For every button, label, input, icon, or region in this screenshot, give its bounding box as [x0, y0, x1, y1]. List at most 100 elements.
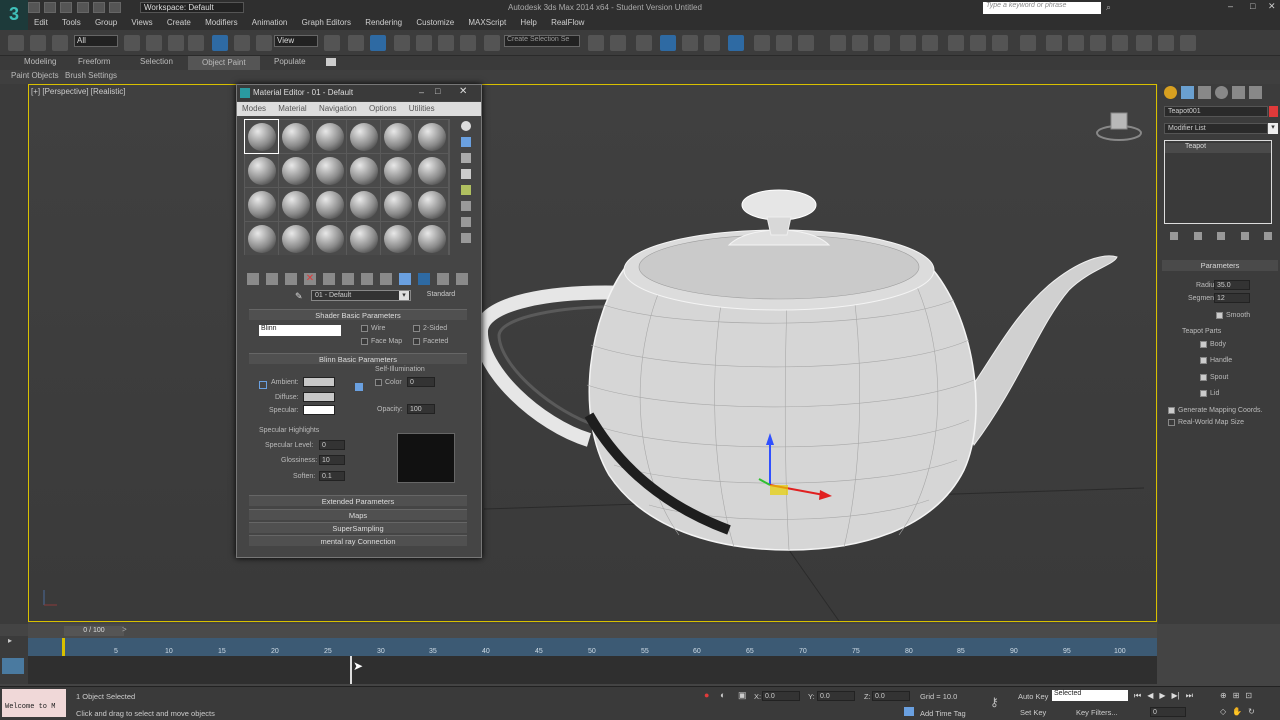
make-unique-material-icon[interactable] [342, 273, 354, 285]
sample-slot[interactable] [313, 188, 346, 221]
medit-menu-material[interactable]: Material [273, 102, 311, 115]
realflow-tool-14-icon[interactable] [1136, 35, 1152, 51]
sample-slot[interactable] [381, 120, 414, 153]
gen-mapping-checkbox[interactable] [1168, 407, 1175, 414]
spec-level-field[interactable]: 0 [319, 440, 345, 450]
motion-tab-icon[interactable] [1215, 86, 1228, 99]
object-name-field[interactable]: Teapot001 [1164, 106, 1268, 117]
create-tab-icon[interactable] [1164, 86, 1177, 99]
manipulate-icon[interactable] [348, 35, 364, 51]
sample-slot[interactable] [279, 188, 312, 221]
mental-ray-rollout[interactable]: mental ray Connection [249, 535, 467, 546]
wire-checkbox[interactable] [361, 325, 368, 332]
self-illum-color-checkbox[interactable] [375, 379, 382, 386]
zoom-icon[interactable]: ⊕ [1220, 691, 1227, 700]
sample-slot[interactable] [415, 188, 448, 221]
render-setup-icon[interactable] [754, 35, 770, 51]
rotate-icon[interactable] [234, 35, 250, 51]
two-sided-checkbox[interactable] [413, 325, 420, 332]
show-end-result-material-icon[interactable] [418, 273, 430, 285]
menu-create[interactable]: Create [161, 16, 197, 29]
remove-modifier-icon[interactable] [1240, 232, 1249, 240]
bind-spacewarp-icon[interactable] [52, 35, 68, 51]
select-by-material-icon[interactable] [461, 233, 471, 243]
layer-explorer-icon[interactable] [2, 658, 24, 674]
pick-material-icon[interactable]: ✎ [295, 291, 303, 302]
make-preview-icon[interactable] [461, 201, 471, 211]
put-to-scene-icon[interactable] [266, 273, 278, 285]
ribbon-tab-freeform[interactable]: Freeform [78, 57, 110, 66]
medit-minimize-icon[interactable]: – [419, 87, 424, 97]
segments-field[interactable]: 12 [1214, 293, 1250, 303]
sample-slot[interactable] [245, 222, 278, 255]
face-map-checkbox[interactable] [361, 338, 368, 345]
pan-icon[interactable]: ✋ [1232, 707, 1242, 716]
angle-snap-icon[interactable] [416, 35, 432, 51]
realflow-tool-7-icon[interactable] [970, 35, 986, 51]
play-icon[interactable]: ▶ [1159, 691, 1165, 701]
orbit-icon[interactable]: ↻ [1248, 707, 1255, 716]
show-end-result-icon[interactable] [1193, 232, 1202, 240]
menu-edit[interactable]: Edit [28, 16, 54, 29]
zoom-extents-icon[interactable]: ⊡ [1245, 691, 1252, 700]
sample-type-icon[interactable] [461, 121, 471, 131]
self-illum-field[interactable]: 0 [407, 377, 435, 387]
goto-end-icon[interactable]: ⏭ [1186, 691, 1193, 701]
named-selection-dropdown[interactable]: Create Selection Se [504, 35, 580, 47]
search-input[interactable]: Type a keyword or phrase [983, 2, 1101, 14]
menu-modifiers[interactable]: Modifiers [199, 16, 243, 29]
stack-item-teapot[interactable]: Teapot [1165, 143, 1271, 153]
get-material-icon[interactable] [247, 273, 259, 285]
material-name-field[interactable]: 01 - Default [311, 290, 411, 301]
link-icon[interactable] [8, 35, 24, 51]
snaps-icon[interactable] [394, 35, 410, 51]
key-mode-dropdown[interactable]: Selected [1052, 690, 1128, 701]
rect-selection-icon[interactable] [168, 35, 184, 51]
diffuse-map-lock-icon[interactable] [355, 383, 363, 391]
specular-swatch[interactable] [303, 405, 335, 415]
track-area[interactable]: ➤ [28, 656, 1157, 684]
modifier-list-dropdown[interactable]: Modifier List [1164, 123, 1268, 134]
time-slider[interactable]: 0 / 100 > [28, 624, 1157, 638]
pin-icon[interactable]: ● [704, 690, 709, 700]
body-checkbox[interactable] [1200, 341, 1207, 348]
time-tag-icon[interactable] [904, 707, 914, 716]
ribbon-tab-modeling[interactable]: Modeling [24, 57, 56, 66]
next-frame-icon[interactable]: ▶| [1172, 691, 1180, 701]
reset-map-icon[interactable]: ✕ [304, 273, 316, 285]
realflow-tool-9-icon[interactable] [1020, 35, 1036, 51]
lock-ambient-icon[interactable] [259, 381, 267, 389]
realflow-tool-13-icon[interactable] [1112, 35, 1128, 51]
sample-slot[interactable] [415, 120, 448, 153]
menu-views[interactable]: Views [125, 16, 158, 29]
menu-rendering[interactable]: Rendering [359, 16, 408, 29]
menu-customize[interactable]: Customize [410, 16, 460, 29]
material-id-icon[interactable] [380, 273, 392, 285]
sample-slot[interactable] [244, 119, 279, 154]
video-color-check-icon[interactable] [461, 185, 471, 195]
scale-icon[interactable] [256, 35, 272, 51]
go-forward-sibling-icon[interactable] [456, 273, 468, 285]
menu-tools[interactable]: Tools [56, 16, 87, 29]
current-frame-field[interactable]: 0 [1150, 707, 1186, 717]
app-logo[interactable]: 3 [0, 0, 28, 30]
sample-slot[interactable] [313, 120, 346, 153]
sample-slot[interactable] [347, 120, 380, 153]
medit-close-icon[interactable]: ✕ [459, 86, 467, 97]
hold-icon[interactable] [109, 2, 122, 13]
shader-basic-rollout[interactable]: Shader Basic Parameters [249, 309, 467, 320]
workspace-dropdown[interactable]: Workspace: Default [140, 2, 244, 13]
set-key-button[interactable]: Set Key [1020, 708, 1046, 717]
render-icon[interactable] [798, 35, 814, 51]
medit-menu-navigation[interactable]: Navigation [314, 102, 362, 115]
selection-lock-icon[interactable]: ▣ [738, 690, 747, 701]
diffuse-swatch[interactable] [303, 392, 335, 402]
save-icon[interactable] [60, 2, 73, 13]
x-coord-field[interactable]: 0.0 [762, 691, 800, 701]
curve-editor-icon[interactable] [682, 35, 698, 51]
select-object-icon[interactable] [124, 35, 140, 51]
sample-slot[interactable] [347, 188, 380, 221]
redo-icon[interactable] [92, 2, 105, 13]
isolate-icon[interactable]: ◐ [720, 690, 725, 700]
spinner-snap-icon[interactable] [460, 35, 476, 51]
